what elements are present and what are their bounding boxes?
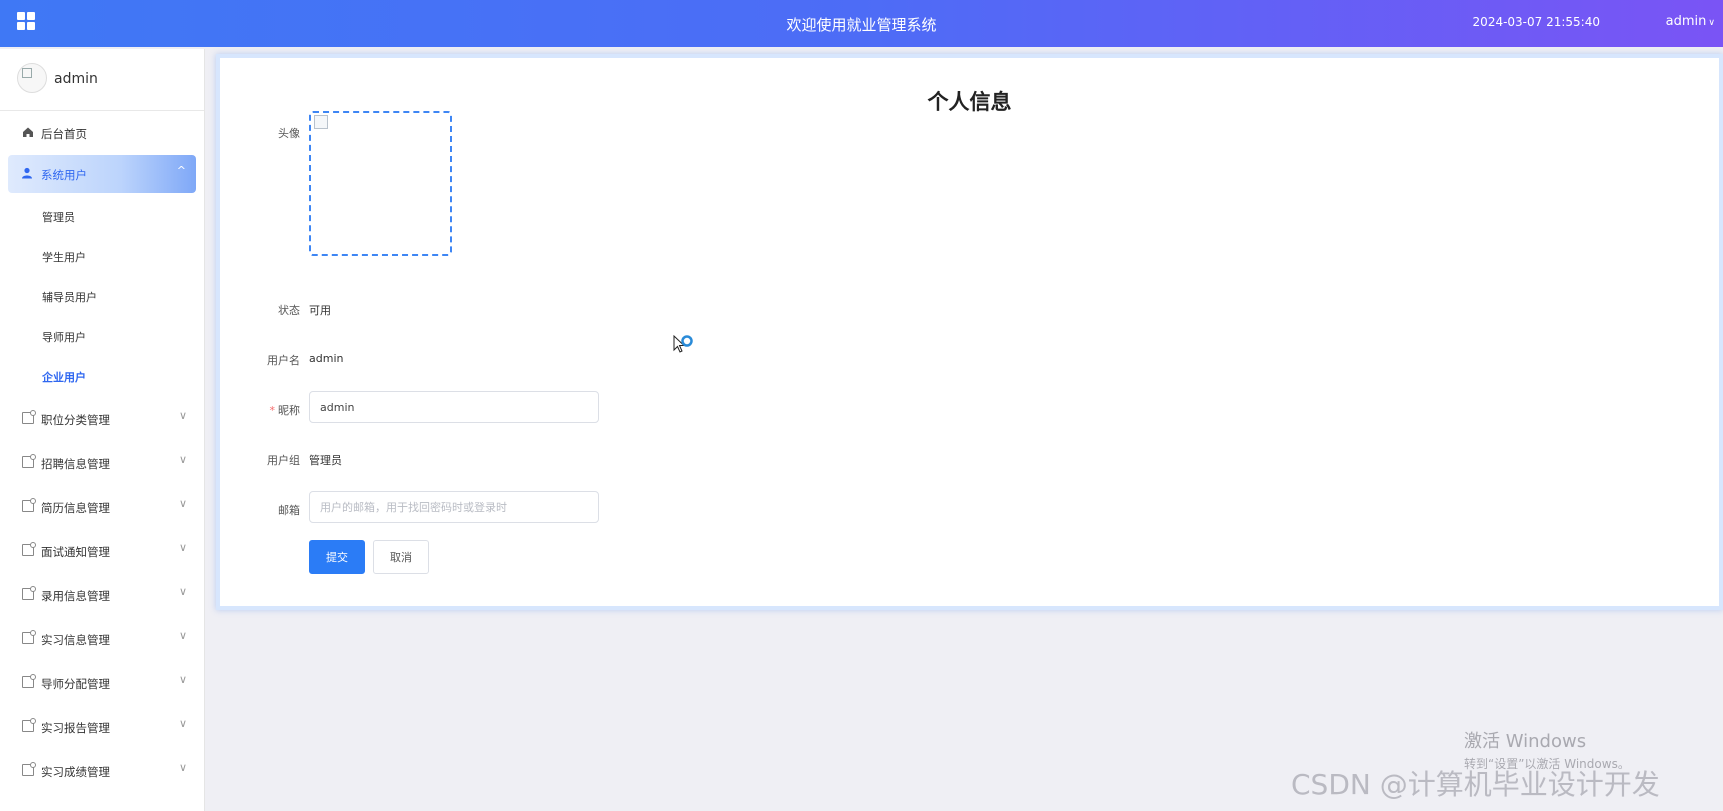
- email-input[interactable]: [309, 491, 599, 523]
- sidebar-item-label: 面试通知管理: [41, 545, 110, 559]
- mouse-cursor-icon: [673, 335, 693, 353]
- submit-button[interactable]: 提交: [309, 540, 365, 574]
- status-value: 可用: [309, 304, 331, 317]
- chevron-down-icon: ∨: [178, 409, 187, 422]
- sidebar-item-label: 录用信息管理: [41, 589, 110, 603]
- sidebar-item-label: 实习报告管理: [41, 721, 110, 735]
- sidebar-item-internship-report[interactable]: 实习报告管理 ∨: [0, 705, 204, 749]
- sidebar-item-label: 系统用户: [41, 168, 87, 182]
- group-value: 管理员: [309, 454, 342, 467]
- submenu-item-counselor-users[interactable]: 辅导员用户: [0, 277, 204, 317]
- sidebar-item-label: 简历信息管理: [41, 501, 110, 515]
- chevron-down-icon: ∨: [1708, 18, 1715, 28]
- submenu-item-company-users[interactable]: 企业用户: [0, 357, 204, 397]
- chevron-down-icon: ∨: [178, 761, 187, 774]
- avatar-label: 头像: [278, 127, 300, 140]
- username-value: admin: [309, 352, 344, 365]
- sidebar-username: admin: [54, 71, 98, 87]
- document-icon: [22, 498, 36, 512]
- sidebar-item-label: 招聘信息管理: [41, 457, 110, 471]
- sidebar-item-tutor-assignment[interactable]: 导师分配管理 ∨: [0, 661, 204, 705]
- username-label: 用户名: [267, 354, 300, 367]
- sidebar-item-home[interactable]: 后台首页: [0, 111, 204, 155]
- sidebar-item-label: 后台首页: [41, 127, 87, 141]
- cancel-button[interactable]: 取消: [373, 540, 429, 574]
- sidebar-item-interview[interactable]: 面试通知管理 ∨: [0, 529, 204, 573]
- chevron-down-icon: ∨: [178, 629, 187, 642]
- profile-panel: 个人信息 头像 状态 可用 用户名 admin *昵称 用户组 管理员 邮箱 提…: [216, 54, 1723, 610]
- document-icon: [22, 410, 36, 424]
- avatar-uploader[interactable]: [309, 111, 452, 256]
- document-icon: [22, 762, 36, 776]
- sidebar-item-internship-score[interactable]: 实习成绩管理 ∨: [0, 749, 204, 793]
- document-icon: [22, 630, 36, 644]
- sidebar-item-internship[interactable]: 实习信息管理 ∨: [0, 617, 204, 661]
- document-icon: [22, 542, 36, 556]
- avatar: [17, 63, 47, 93]
- sidebar-profile: admin: [0, 49, 204, 111]
- email-label: 邮箱: [278, 504, 300, 517]
- sidebar-item-hiring[interactable]: 录用信息管理 ∨: [0, 573, 204, 617]
- datetime-display: 2024-03-07 21:55:40: [1472, 15, 1600, 29]
- sidebar-item-label: 实习信息管理: [41, 633, 110, 647]
- sidebar-item-label: 导师分配管理: [41, 677, 110, 691]
- sidebar-item-recruitment[interactable]: 招聘信息管理 ∨: [0, 441, 204, 485]
- broken-image-icon: [314, 115, 328, 129]
- submenu-item-admin[interactable]: 管理员: [0, 197, 204, 237]
- sidebar-item-job-category[interactable]: 职位分类管理 ∨: [0, 397, 204, 441]
- document-icon: [22, 454, 36, 468]
- submenu-system-users: 管理员 学生用户 辅导员用户 导师用户 企业用户: [0, 197, 204, 397]
- chevron-down-icon: ∨: [178, 497, 187, 510]
- chevron-down-icon: ∨: [178, 673, 187, 686]
- document-icon: [22, 718, 36, 732]
- nickname-input[interactable]: [309, 391, 599, 423]
- sidebar-menu: 后台首页 系统用户 ^ 管理员 学生用户 辅导员用户 导师用户 企业用户 职位分…: [0, 111, 204, 793]
- chevron-down-icon: ∨: [178, 585, 187, 598]
- chevron-down-icon: ∨: [178, 717, 187, 730]
- document-icon: [22, 586, 36, 600]
- top-bar: 欢迎使用就业管理系统 2024-03-07 21:55:40 admin ∨: [0, 0, 1723, 47]
- user-name: admin: [1665, 14, 1707, 29]
- home-icon: [23, 127, 33, 137]
- sidebar-item-label: 实习成绩管理: [41, 765, 110, 779]
- user-dropdown[interactable]: admin ∨: [1666, 14, 1715, 29]
- status-label: 状态: [278, 304, 300, 317]
- submenu-item-tutor-users[interactable]: 导师用户: [0, 317, 204, 357]
- chevron-down-icon: ∨: [178, 453, 187, 466]
- chevron-down-icon: ∨: [178, 541, 187, 554]
- sidebar-item-resume[interactable]: 简历信息管理 ∨: [0, 485, 204, 529]
- sidebar-item-label: 职位分类管理: [41, 413, 110, 427]
- app-title: 欢迎使用就业管理系统: [786, 16, 937, 34]
- sidebar-item-system-users[interactable]: 系统用户 ^: [8, 155, 196, 193]
- nickname-label: * 昵称: [269, 404, 301, 417]
- chevron-up-icon: ^: [176, 164, 186, 177]
- document-icon: [22, 674, 36, 688]
- user-icon: [22, 167, 32, 179]
- grid-menu-icon[interactable]: [17, 12, 37, 32]
- submenu-item-student-users[interactable]: 学生用户: [0, 237, 204, 277]
- group-label: 用户组: [267, 454, 300, 467]
- sidebar: admin 后台首页 系统用户 ^ 管理员 学生用户 辅导员用户 导师用户 企业…: [0, 49, 205, 811]
- csdn-watermark: CSDN @计算机毕业设计开发: [1291, 768, 1660, 801]
